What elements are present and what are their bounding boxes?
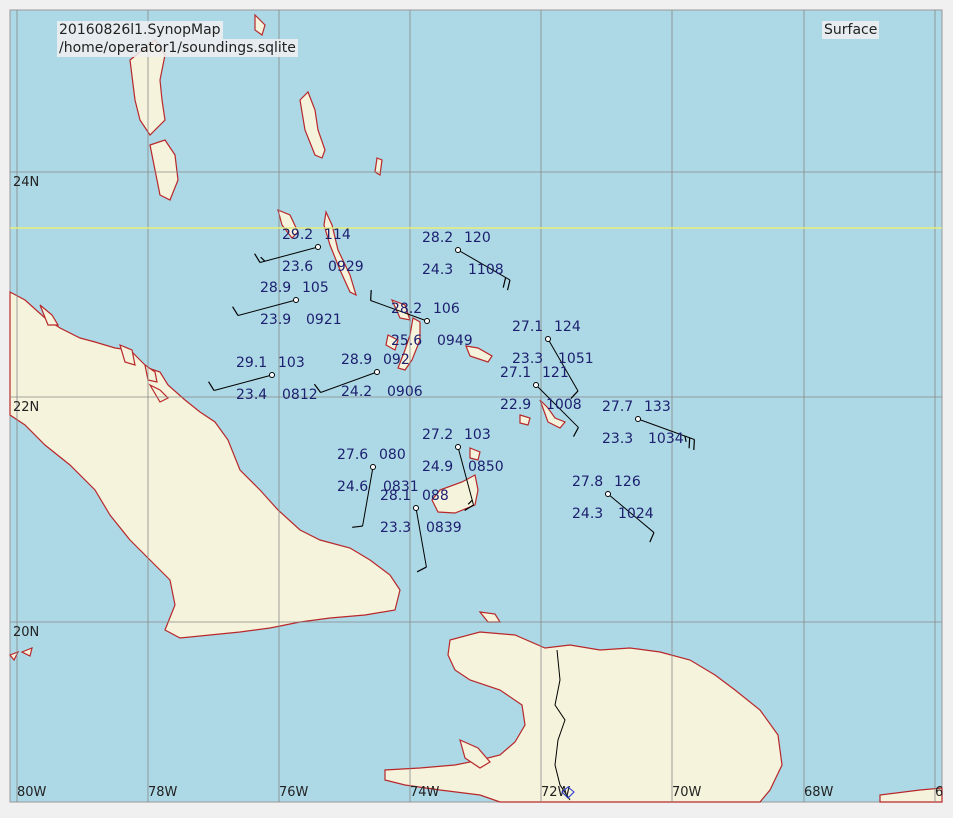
station-circle xyxy=(635,416,641,422)
wind-barb-feather xyxy=(370,290,372,301)
station-pressure: 103 xyxy=(278,355,305,371)
station-pressure: 121 xyxy=(542,365,569,381)
station-pressure: 080 xyxy=(379,447,406,463)
station-dewpoint: 24.6 xyxy=(337,479,368,495)
station-time: 1108 xyxy=(468,262,504,278)
station-dewpoint: 23.9 xyxy=(260,312,291,328)
lon-label: 78W xyxy=(148,785,178,800)
lon-label: 74W xyxy=(410,785,440,800)
lon-label: 68W xyxy=(804,785,834,800)
station-time: 1034 xyxy=(648,431,684,447)
station-time: 0812 xyxy=(282,387,318,403)
lat-label: 22N xyxy=(13,400,39,415)
station-temperature: 27.1 xyxy=(500,365,531,381)
wind-barb-feather xyxy=(693,439,695,450)
map-title: 20160826l1.SynopMap xyxy=(57,21,223,39)
station-pressure: 088 xyxy=(422,488,449,504)
station-dewpoint: 23.3 xyxy=(380,520,411,536)
station-time: 1024 xyxy=(618,506,654,522)
station-circle xyxy=(413,505,419,511)
station-time: 0850 xyxy=(468,459,504,475)
station-temperature: 27.7 xyxy=(602,399,633,415)
lat-label: 24N xyxy=(13,175,39,190)
station-time: 0839 xyxy=(426,520,462,536)
station-circle xyxy=(370,464,376,470)
station-dewpoint: 24.2 xyxy=(341,384,372,400)
wind-barb-feather xyxy=(688,437,691,449)
station-dewpoint: 23.6 xyxy=(282,259,313,275)
synop-map-window: 24N 22N 20N 80W 78W 76W 74W 72W 70W 68W … xyxy=(0,0,953,813)
station-time: 0929 xyxy=(328,259,364,275)
station-time: 0949 xyxy=(437,333,473,349)
station-dewpoint: 23.3 xyxy=(602,431,633,447)
station-pressure: 124 xyxy=(554,319,581,335)
lon-label: 80W xyxy=(17,785,47,800)
station-pressure: 114 xyxy=(324,227,351,243)
station-time: 1008 xyxy=(546,397,582,413)
station-circle xyxy=(374,369,380,375)
station-time: 0921 xyxy=(306,312,342,328)
station-temperature: 28.1 xyxy=(380,488,411,504)
lat-label: 20N xyxy=(13,625,39,640)
station-circle xyxy=(533,382,539,388)
station-pressure: 103 xyxy=(464,427,491,443)
station-temperature: 29.2 xyxy=(282,227,313,243)
station-circle xyxy=(545,336,551,342)
station-dewpoint: 23.4 xyxy=(236,387,267,403)
station-pressure: 092 xyxy=(383,352,410,368)
level-label: Surface xyxy=(822,21,880,39)
station-pressure: 105 xyxy=(302,280,329,296)
station-temperature: 28.9 xyxy=(341,352,372,368)
database-path: /home/operator1/soundings.sqlite xyxy=(57,39,298,57)
station-temperature: 28.9 xyxy=(260,280,291,296)
station-dewpoint: 24.9 xyxy=(422,459,453,475)
station-circle xyxy=(269,372,275,378)
station-temperature: 27.2 xyxy=(422,427,453,443)
station-pressure: 133 xyxy=(644,399,671,415)
lon-label: 6 xyxy=(935,785,943,800)
station-time: 0906 xyxy=(387,384,423,400)
lon-label: 70W xyxy=(672,785,702,800)
station-temperature: 27.8 xyxy=(572,474,603,490)
station-circle xyxy=(424,318,430,324)
station-circle xyxy=(605,491,611,497)
station-temperature: 27.1 xyxy=(512,319,543,335)
station-circle xyxy=(293,297,299,303)
station-pressure: 106 xyxy=(433,301,460,317)
station-temperature: 27.6 xyxy=(337,447,368,463)
station-temperature: 28.2 xyxy=(391,301,422,317)
station-pressure: 126 xyxy=(614,474,641,490)
lon-label: 76W xyxy=(279,785,309,800)
station-circle xyxy=(455,247,461,253)
station-dewpoint: 24.3 xyxy=(572,506,603,522)
lon-label: 72W xyxy=(541,785,571,800)
station-temperature: 28.2 xyxy=(422,230,453,246)
station-circle xyxy=(455,444,461,450)
station-dewpoint: 24.3 xyxy=(422,262,453,278)
station-circle xyxy=(315,244,321,250)
station-temperature: 29.1 xyxy=(236,355,267,371)
station-dewpoint: 22.9 xyxy=(500,397,531,413)
station-pressure: 120 xyxy=(464,230,491,246)
station-dewpoint: 25.6 xyxy=(391,333,422,349)
map-canvas[interactable]: 24N 22N 20N 80W 78W 76W 74W 72W 70W 68W … xyxy=(0,0,953,813)
